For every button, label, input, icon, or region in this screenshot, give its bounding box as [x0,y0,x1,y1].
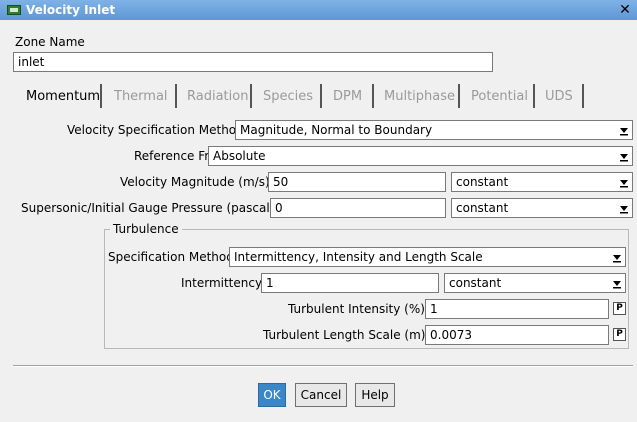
tab-separator [320,84,322,108]
velocity-spec-value: Magnitude, Normal to Boundary [240,123,433,137]
chevron-down-icon [611,277,623,289]
velocity-magnitude-label: Velocity Magnitude (m/s) [120,175,270,189]
tab-potential[interactable]: Potential [471,88,528,106]
tab-separator [250,84,252,108]
tab-radiation[interactable]: Radiation [187,88,248,106]
close-button[interactable]: ✕ [617,2,633,18]
gauge-pressure-method-value: constant [456,201,509,215]
zone-name-label: Zone Name [15,35,85,49]
intermittency-input[interactable]: 1 [261,273,439,293]
intermittency-method-value: constant [449,276,502,290]
turbulence-spec-label: Specification Method [108,250,234,264]
turbulent-length-scale-label: Turbulent Length Scale (m) [263,328,426,342]
reference-frame-select[interactable]: Absolute [208,146,633,166]
velocity-spec-label: Velocity Specification Method [67,123,244,137]
tab-separator [175,84,177,108]
intermittency-label: Intermittency [181,276,263,290]
turbulence-group-label: Turbulence [110,222,182,236]
velocity-magnitude-method-value: constant [456,175,509,189]
gauge-pressure-method-select[interactable]: constant [451,198,633,218]
tab-uds[interactable]: UDS [545,88,573,106]
turbulent-intensity-parameter-button[interactable]: P [613,302,626,315]
gauge-pressure-label: Supersonic/Initial Gauge Pressure (pasca… [21,201,275,215]
app-icon [7,5,21,15]
velocity-magnitude-input[interactable]: 50 [268,172,446,192]
turbulent-length-scale-input[interactable]: 0.0073 [425,325,609,345]
tab-thermal[interactable]: Thermal [114,88,168,106]
ok-button[interactable]: OK [258,383,286,407]
help-button[interactable]: Help [355,383,395,407]
window-title: Velocity Inlet [26,3,116,17]
tab-momentum[interactable]: Momentum [26,88,100,106]
cancel-button[interactable]: Cancel [295,383,347,407]
tab-separator [100,84,102,108]
chevron-down-icon [618,202,630,214]
tab-dpm[interactable]: DPM [333,88,362,106]
tab-species[interactable]: Species [263,88,313,106]
divider-highlight [13,366,633,367]
chevron-down-icon [618,176,630,188]
turbulent-intensity-label: Turbulent Intensity (%) [288,302,425,316]
chevron-down-icon [611,251,623,263]
chevron-down-icon [618,150,630,162]
turbulence-spec-select[interactable]: Intermittency, Intensity and Length Scal… [229,247,626,267]
tab-separator [372,84,374,108]
turbulence-spec-value: Intermittency, Intensity and Length Scal… [234,250,483,264]
velocity-magnitude-method-select[interactable]: constant [451,172,633,192]
tab-separator [582,84,584,108]
zone-name-input[interactable]: inlet [13,52,493,72]
tab-separator [533,84,535,108]
velocity-spec-select[interactable]: Magnitude, Normal to Boundary [235,120,633,140]
reference-frame-value: Absolute [213,149,266,163]
turbulent-length-scale-parameter-button[interactable]: P [613,328,626,341]
chevron-down-icon [618,124,630,136]
intermittency-method-select[interactable]: constant [444,273,626,293]
turbulent-intensity-input[interactable]: 1 [425,299,609,319]
tab-separator [458,84,460,108]
tab-multiphase[interactable]: Multiphase [384,88,455,106]
title-bar[interactable]: Velocity Inlet ✕ [0,0,637,20]
gauge-pressure-input[interactable]: 0 [270,198,446,218]
